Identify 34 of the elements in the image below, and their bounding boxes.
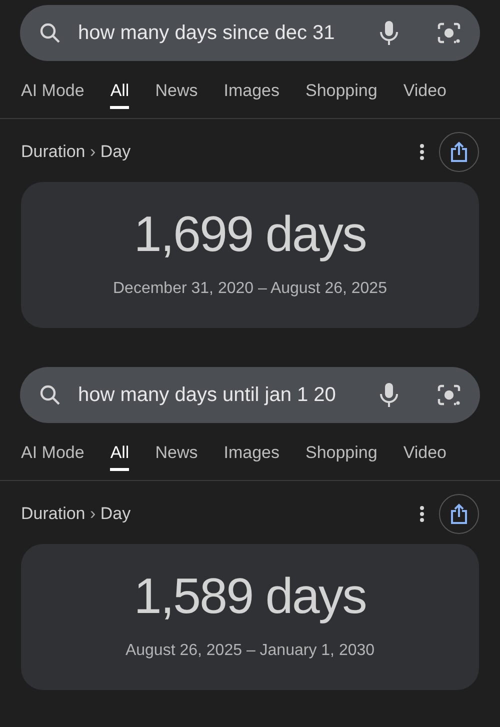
search-query: how many days until jan 1 20	[78, 383, 337, 408]
search-tab[interactable]: All	[110, 437, 130, 471]
search-tab[interactable]: AI Mode	[21, 437, 84, 471]
search-tab[interactable]: Images	[224, 437, 280, 471]
breadcrumb: Duration › Day	[21, 503, 132, 526]
more-options-icon[interactable]	[419, 143, 425, 161]
date-range: August 26, 2025 – January 1, 2030	[125, 641, 375, 661]
date-range: December 31, 2020 – August 26, 2025	[113, 279, 387, 299]
more-options-icon[interactable]	[419, 505, 425, 523]
search-icon	[38, 21, 62, 45]
search-tab[interactable]: Shopping	[305, 75, 378, 109]
share-icon	[450, 503, 468, 525]
search-tab[interactable]: News	[155, 437, 198, 471]
day-count: 1,589 days	[134, 571, 366, 621]
search-field[interactable]: how many days since dec 31	[20, 5, 480, 61]
search-tab[interactable]: Images	[224, 75, 280, 109]
share-icon	[450, 141, 468, 163]
microphone-icon[interactable]	[378, 382, 400, 408]
search-field[interactable]: how many days until jan 1 20	[20, 367, 480, 423]
search-query: how many days since dec 31	[78, 21, 336, 46]
microphone-icon[interactable]	[378, 20, 400, 46]
search-tab[interactable]: Video	[403, 75, 447, 109]
breadcrumb: Duration › Day	[21, 141, 132, 164]
search-tab[interactable]: News	[155, 75, 198, 109]
search-tab[interactable]: All	[110, 75, 130, 109]
share-button[interactable]	[439, 494, 479, 534]
camera-icon[interactable]	[436, 382, 462, 408]
share-button[interactable]	[439, 132, 479, 172]
day-count: 1,699 days	[134, 209, 366, 259]
camera-icon[interactable]	[436, 20, 462, 46]
search-icon	[38, 383, 62, 407]
search-tab[interactable]: Shopping	[305, 437, 378, 471]
search-tab[interactable]: Video	[403, 437, 447, 471]
search-tab[interactable]: AI Mode	[21, 75, 84, 109]
